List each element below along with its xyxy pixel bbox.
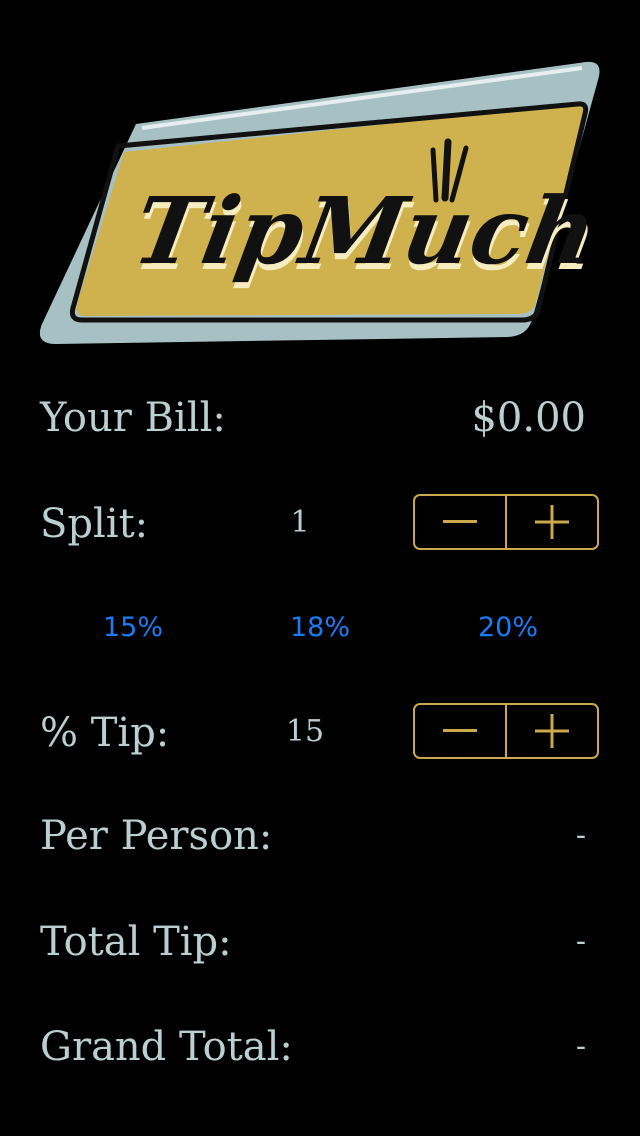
- tip-label: % Tip:: [40, 710, 170, 756]
- tip-decrement-button[interactable]: [415, 705, 505, 757]
- minus-icon: [443, 729, 477, 732]
- total-tip-label: Total Tip:: [40, 919, 232, 965]
- tip-increment-button[interactable]: [505, 705, 597, 757]
- logo-text-shadow: TipMuch: [126, 177, 602, 285]
- tipmuch-logo: TipMuch TipMuch: [38, 58, 605, 348]
- logo-graphic: TipMuch TipMuch: [39, 61, 605, 345]
- preset-18-button[interactable]: 18%: [260, 608, 380, 648]
- split-stepper: [413, 494, 599, 550]
- per-person-value: -: [575, 818, 586, 853]
- preset-15-button[interactable]: 15%: [73, 608, 193, 648]
- grand-total-value: -: [575, 1029, 586, 1064]
- preset-20-button[interactable]: 20%: [448, 608, 568, 648]
- bill-label: Your Bill:: [40, 395, 226, 441]
- split-decrement-button[interactable]: [415, 496, 505, 548]
- plus-icon: [535, 505, 569, 539]
- tip-percent: 15: [285, 714, 325, 749]
- plus-icon: [535, 714, 569, 748]
- total-tip-value: -: [575, 924, 586, 959]
- split-count: 1: [290, 505, 310, 540]
- split-increment-button[interactable]: [505, 496, 597, 548]
- tip-stepper: [413, 703, 599, 759]
- per-person-label: Per Person:: [40, 813, 273, 859]
- split-label: Split:: [40, 501, 149, 547]
- minus-icon: [443, 520, 477, 523]
- bill-amount[interactable]: $0.00: [471, 394, 586, 442]
- grand-total-label: Grand Total:: [40, 1024, 293, 1070]
